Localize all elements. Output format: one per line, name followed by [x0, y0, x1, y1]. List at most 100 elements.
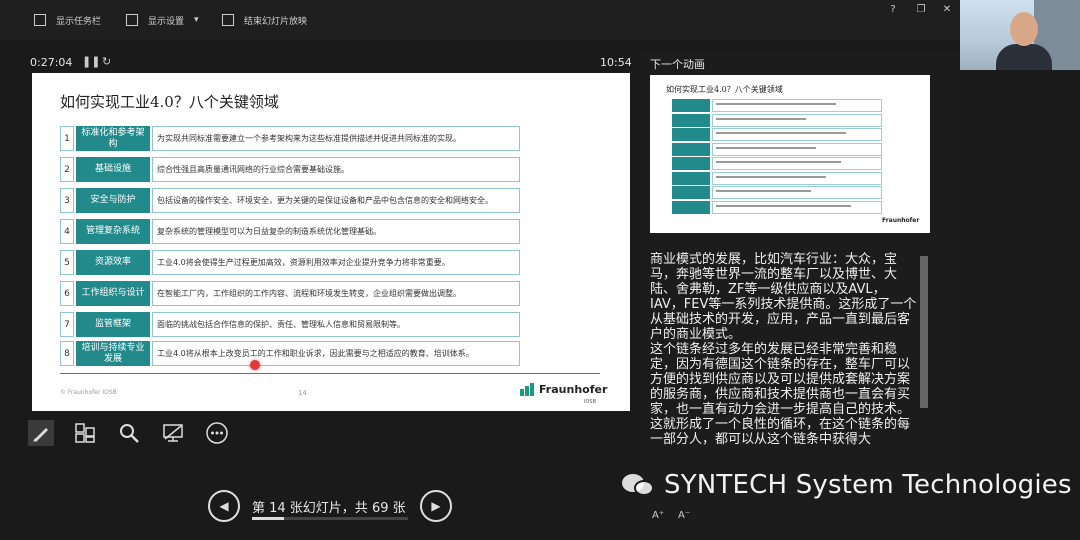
watermark: SYNTECH System Technologies	[622, 470, 1072, 500]
next-slide-logo: Fraunhofer	[882, 217, 920, 224]
area-number: 5	[60, 250, 74, 275]
show-taskbar-label: 显示任务栏	[56, 16, 102, 27]
area-number: 4	[60, 219, 74, 244]
area-number: 8	[60, 341, 74, 366]
area-category: 培训与持续专业发展	[76, 341, 150, 366]
area-description: 工业4.0将会使得生产过程更加高效，资源利用效率对企业提升竞争力将非常重要。	[152, 250, 520, 275]
slide-page-number: 14	[298, 389, 307, 397]
area-row: 7 监管框架 面临的挑战包括合作信息的保护、责任、管理私人信息和贸易限制等。	[60, 312, 520, 337]
close-button[interactable]: ✕	[940, 4, 954, 15]
fraunhofer-logo-sub: IOSB	[584, 399, 597, 405]
preview-row	[666, 171, 882, 186]
area-description: 工业4.0将从根本上改变员工的工作和职业诉求，因此需要与之相适应的教育、培训体系…	[152, 341, 520, 366]
area-number: 3	[60, 188, 74, 213]
area-number: 1	[60, 126, 74, 151]
fraunhofer-mark-icon	[520, 383, 536, 396]
area-description: 为实现共同标准需要建立一个参考架构来为这些标准提供描述并促进共同标准的实现。	[152, 126, 520, 151]
slide-progress-fill	[252, 517, 284, 520]
preview-row	[666, 186, 882, 200]
area-row: 5 资源效率 工业4.0将会使得生产过程更加高效，资源利用效率对企业提升竞争力将非常…	[60, 250, 520, 275]
notes-zoom-in-button[interactable]: A⁺	[652, 510, 664, 521]
zoom-icon	[120, 424, 139, 443]
zoom-button[interactable]	[116, 420, 142, 446]
area-row: 4 管理复杂系统 复杂系统的管理模型可以为日益复杂的制造系统优化管理基础。	[60, 219, 520, 244]
next-slide-title: 如何实现工业4.0？八个关键领域	[666, 85, 783, 94]
area-row: 6 工作组织与设计 在智能工厂内，工作组织的工作内容、流程和环境发生转变，企业组织需…	[60, 281, 520, 306]
clock: 10:54	[600, 56, 632, 69]
next-slide-button[interactable]: ▶	[420, 490, 452, 522]
help-button[interactable]: ?	[886, 4, 900, 15]
slide-divider	[60, 373, 600, 374]
chevron-right-icon: ▶	[431, 499, 441, 513]
restore-button[interactable]: ❐	[914, 4, 928, 15]
slide-title: 如何实现工业4.0？八个关键领域	[60, 93, 279, 111]
pen-tool-button[interactable]	[28, 420, 54, 446]
notes-paragraph: 这就形成了一个良性的循环，在这个链条的每一部分人，都可以从这个链条中获得大	[650, 417, 911, 447]
pause-icon[interactable]: ❚❚	[82, 55, 100, 68]
fraunhofer-logo-text: Fraunhofer	[539, 383, 608, 396]
previous-slide-button[interactable]: ◀	[208, 490, 240, 522]
notes-scrollbar[interactable]	[920, 256, 928, 408]
watermark-text: SYNTECH System Technologies	[664, 470, 1072, 500]
area-category: 标准化和参考架构	[76, 126, 150, 151]
more-options-button[interactable]	[204, 420, 230, 446]
see-all-slides-button[interactable]	[72, 420, 98, 446]
black-screen-button[interactable]	[160, 420, 186, 446]
presenter-toolbar: 显示任务栏 显示设置 ▾ 结束幻灯片放映 ? ❐ ✕	[0, 0, 960, 40]
show-taskbar-button[interactable]: 显示任务栏	[34, 12, 101, 28]
preview-row	[666, 142, 882, 157]
area-category: 监管框架	[76, 312, 150, 337]
end-show-icon	[222, 14, 234, 26]
elapsed-timer: 0:27:04	[30, 56, 73, 69]
current-slide[interactable]: 如何实现工业4.0？八个关键领域 1 标准化和参考架构 为实现共同标准需要建立一个参…	[32, 73, 630, 411]
slide-progress-bar	[252, 517, 408, 520]
next-animation-label: 下一个动画	[650, 58, 705, 71]
area-row: 2 基础设施 综合性强且高质量通讯网络的行业综合需要基础设施。	[60, 157, 520, 182]
dropdown-arrow-icon: ▾	[194, 15, 199, 25]
area-description: 包括设备的操作安全、环境安全，更为关键的是保证设备和产品中包含信息的安全和网络安…	[152, 188, 520, 213]
taskbar-icon	[34, 14, 46, 26]
area-category: 安全与防护	[76, 188, 150, 213]
area-number: 2	[60, 157, 74, 182]
next-slide-preview[interactable]: 如何实现工业4.0？八个关键领域 Fraunhofer	[650, 75, 930, 233]
chevron-left-icon: ◀	[219, 499, 229, 513]
area-category: 基础设施	[76, 157, 150, 182]
screen-icon	[163, 424, 183, 442]
slide-footer-left: © Fraunhofer IOSB	[60, 389, 117, 396]
laser-pointer	[250, 360, 260, 370]
slides-grid-icon	[75, 423, 95, 443]
preview-row	[666, 99, 882, 113]
end-slideshow-button[interactable]: 结束幻灯片放映	[222, 12, 307, 28]
pen-icon	[33, 428, 48, 442]
restart-icon[interactable]: ↻	[102, 55, 111, 68]
display-icon	[126, 14, 138, 26]
slide-counter: 第 14 张幻灯片，共 69 张	[252, 501, 406, 516]
preview-row	[666, 128, 882, 142]
area-row: 3 安全与防护 包括设备的操作安全、环境安全，更为关键的是保证设备和产品中包含信息的…	[60, 188, 520, 213]
preview-row	[666, 157, 882, 171]
notes-paragraph: 商业模式的发展，比如汽车行业：大众，宝马，奔驰等世界一流的整车厂以及博世、大陆、…	[650, 252, 917, 342]
preview-row	[666, 200, 882, 215]
preview-row	[666, 113, 882, 128]
display-settings-button[interactable]: 显示设置 ▾	[126, 12, 199, 28]
area-description: 复杂系统的管理模型可以为日益复杂的制造系统优化管理基础。	[152, 219, 520, 244]
end-slideshow-label: 结束幻灯片放映	[244, 16, 308, 27]
area-category: 资源效率	[76, 250, 150, 275]
area-row: 1 标准化和参考架构 为实现共同标准需要建立一个参考架构来为这些标准提供描述并促进共…	[60, 126, 520, 151]
area-description: 面临的挑战包括合作信息的保护、责任、管理私人信息和贸易限制等。	[152, 312, 520, 337]
area-category: 工作组织与设计	[76, 281, 150, 306]
wechat-icon	[622, 471, 656, 499]
area-description: 在智能工厂内，工作组织的工作内容、流程和环境发生转变，企业组织需要做出调整。	[152, 281, 520, 306]
more-icon	[206, 422, 228, 444]
notes-zoom-out-button[interactable]: A⁻	[678, 510, 690, 521]
area-number: 6	[60, 281, 74, 306]
notes-paragraph: 这个链条经过多年的发展已经非常完善和稳定，因为有德国这个链条的存在，整车厂可以方…	[650, 342, 911, 417]
fraunhofer-logo: Fraunhofer	[520, 383, 607, 396]
area-description: 综合性强且高质量通讯网络的行业综合需要基础设施。	[152, 157, 520, 182]
webcam-video	[960, 0, 1080, 70]
area-row: 8 培训与持续专业发展 工业4.0将从根本上改变员工的工作和职业诉求，因此需要与之相…	[60, 341, 520, 366]
display-settings-label: 显示设置	[148, 16, 185, 27]
area-category: 管理复杂系统	[76, 219, 150, 244]
area-number: 7	[60, 312, 74, 337]
speaker-notes[interactable]: 商业模式的发展，比如汽车行业：大众，宝马，奔驰等世界一流的整车厂以及博世、大陆、…	[650, 252, 918, 502]
